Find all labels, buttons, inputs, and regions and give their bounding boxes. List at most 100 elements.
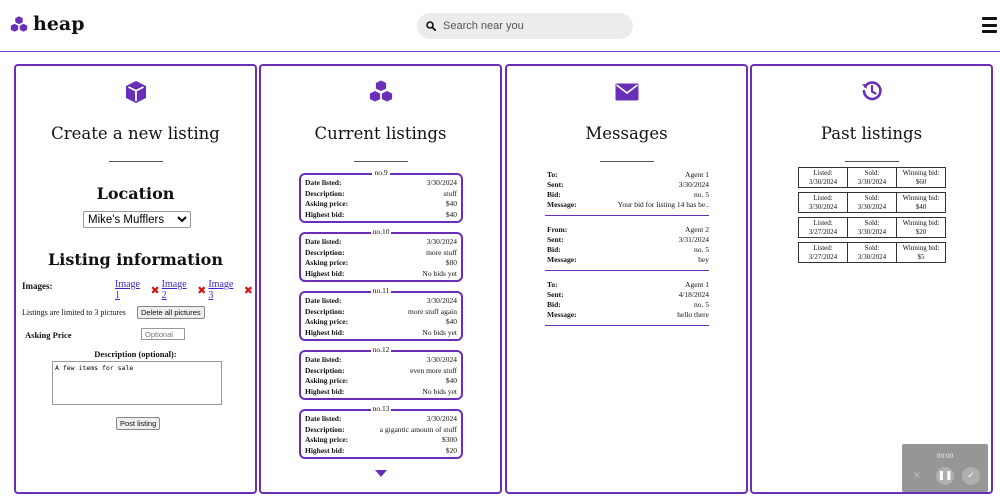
cube-icon (125, 81, 146, 103)
field-label: Highest bid: (305, 209, 345, 219)
check-icon[interactable]: ✓ (962, 467, 980, 485)
listing-card[interactable]: no.9 Date listed: 3/30/2024 Description: s… (299, 168, 463, 223)
field-value: 3/30/2024 (426, 296, 457, 305)
field-label: Date listed: (305, 414, 342, 423)
remove-image-icon[interactable]: ✖ (244, 284, 253, 297)
past-listing-row[interactable]: Listed: 3/27/2024 Sold: 3/30/2024 Winning … (798, 217, 946, 238)
field-label: Asking price: (305, 258, 349, 267)
field-label: Date listed: (305, 355, 342, 364)
message-item[interactable]: To: Agent 1 Sent: 4/18/2024 Bid: no. 5 Mess… (547, 280, 709, 320)
logo[interactable]: heap (10, 13, 85, 35)
field-label: To: (547, 280, 558, 289)
remove-image-icon[interactable]: ✖ (150, 284, 159, 297)
images-list: Image 1 ✖ Image 2 ✖ Image 3 ✖ (115, 279, 255, 301)
listing-number: no.9 (372, 168, 390, 177)
search-bar[interactable] (417, 13, 633, 39)
field-label: Description: (305, 188, 345, 198)
pause-icon[interactable]: ❚❚ (936, 467, 954, 485)
field-value: 3/30/2024 (426, 355, 457, 364)
divider (353, 161, 408, 162)
search-icon (426, 21, 436, 31)
field-label: Message: (547, 255, 577, 264)
cell-label: Winning bid: (902, 219, 940, 227)
field-value: more stuff (426, 247, 457, 257)
field-value: $20 (445, 445, 457, 455)
field-label: Description: (305, 306, 345, 316)
cell-value: $60 (915, 177, 927, 186)
field-value: even more stuff (410, 365, 457, 375)
field-value: $300 (442, 435, 457, 444)
past-listing-row[interactable]: Listed: 3/30/2024 Sold: 3/30/2024 Winning … (798, 167, 946, 188)
cell-value: 3/30/2024 (808, 202, 838, 211)
search-input[interactable] (443, 20, 613, 32)
recording-control: 00:00 ✕ ❚❚ ✓ (902, 444, 988, 492)
field-label: Asking price: (305, 376, 349, 385)
listing-card[interactable]: no.13 Date listed: 3/30/2024 Description:… (299, 404, 463, 459)
field-value: $40 (445, 376, 457, 385)
delete-all-pictures-button[interactable]: Delete all pictures (137, 306, 205, 319)
asking-price-label: Asking Price (25, 330, 72, 340)
field-label: Bid: (547, 300, 561, 309)
cell-label: Listed: (813, 194, 833, 202)
field-value: no. 5 (694, 190, 709, 199)
field-label: Description: (305, 424, 345, 434)
message-item[interactable]: From: Agent 2 Sent: 3/31/2024 Bid: no. 5 Me… (547, 225, 709, 265)
past-listing-row[interactable]: Listed: 3/27/2024 Sold: 3/30/2024 Winning … (798, 242, 946, 263)
field-label: Sent: (547, 235, 564, 244)
field-label: Highest bid: (305, 445, 345, 455)
remove-image-icon[interactable]: ✖ (197, 284, 206, 297)
image-link-1[interactable]: Image 1 (115, 279, 147, 301)
divider (844, 161, 899, 162)
cell-label: Listed: (813, 244, 833, 252)
field-value: No bids yet (422, 386, 457, 396)
field-value: a gigantic amoutn of stuff (379, 424, 457, 434)
past-listing-row[interactable]: Listed: 3/30/2024 Sold: 3/30/2024 Winning … (798, 192, 946, 213)
listing-card[interactable]: no.12 Date listed: 3/30/2024 Description:… (299, 345, 463, 400)
message-item[interactable]: To: Agent 1 Sent: 3/30/2024 Bid: no. 5 Mess… (547, 170, 709, 210)
field-label: Description: (305, 247, 345, 257)
field-label: Date listed: (305, 178, 342, 187)
image-link-3[interactable]: Image 3 (208, 279, 240, 301)
listing-number: no.11 (370, 286, 392, 295)
field-label: Asking price: (305, 435, 349, 444)
location-heading: Location (96, 184, 175, 203)
divider (108, 161, 163, 162)
field-label: Asking price: (305, 199, 349, 208)
field-label: Message: (547, 310, 577, 319)
listing-information-heading: Listing information (48, 250, 223, 269)
description-textarea[interactable]: A few items for sale (52, 361, 222, 405)
field-label: Bid: (547, 190, 561, 199)
cell-value: 3/27/2024 (808, 252, 838, 261)
close-icon[interactable]: ✕ (908, 467, 926, 485)
header: heap (0, 0, 1000, 52)
field-label: Highest bid: (305, 327, 345, 337)
cell-value: $5 (917, 252, 925, 261)
messages-panel: Messages To: Agent 1 Sent: 3/30/2024 Bid: n… (505, 64, 748, 494)
listing-card[interactable]: no.11 Date listed: 3/30/2024 Description:… (299, 286, 463, 341)
field-value: 4/18/2024 (678, 290, 709, 299)
listing-number: no.13 (370, 404, 392, 413)
field-label: Description: (305, 365, 345, 375)
field-value: no. 5 (694, 245, 709, 254)
cell-value: 3/30/2024 (857, 227, 887, 236)
divider (599, 161, 654, 162)
field-label: To: (547, 170, 558, 179)
field-value: 3/30/2024 (426, 237, 457, 246)
location-select[interactable]: Mike's Mufflers (83, 211, 191, 228)
panel-title: Messages (585, 124, 668, 143)
post-listing-button[interactable]: Post listing (116, 417, 161, 430)
cell-label: Listed: (813, 169, 833, 177)
field-label: Highest bid: (305, 386, 345, 396)
field-value: $40 (445, 317, 457, 326)
description-label: Description (optional): (94, 349, 177, 359)
create-listing-panel: Create a new listing Location Mike's Muf… (14, 64, 257, 494)
asking-price-input[interactable] (141, 328, 185, 340)
hamburger-menu-icon[interactable] (982, 17, 997, 33)
cell-value: $20 (915, 227, 927, 236)
caret-down-icon[interactable] (375, 470, 387, 477)
image-link-2[interactable]: Image 2 (162, 279, 194, 301)
cell-value: 3/30/2024 (857, 252, 887, 261)
listing-card[interactable]: no.10 Date listed: 3/30/2024 Description:… (299, 227, 463, 282)
field-label: Date listed: (305, 296, 342, 305)
cell-label: Sold: (864, 169, 880, 177)
